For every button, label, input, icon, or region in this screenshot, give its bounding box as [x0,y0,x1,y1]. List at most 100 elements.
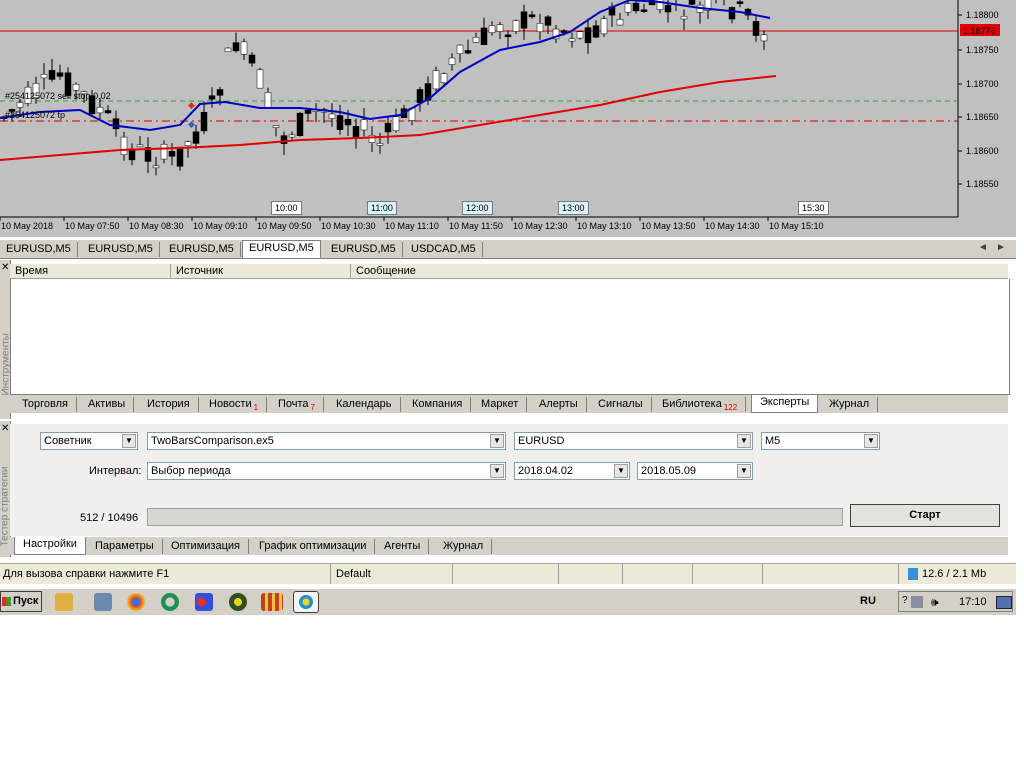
chart-canvas[interactable]: ◆◆ 1.188001.187501.187001.186501.186001.… [0,0,1016,237]
tab-label: Сигналы [598,398,643,410]
chevron-down-icon[interactable]: ▼ [737,434,751,448]
chevron-down-icon[interactable]: ▼ [490,434,504,448]
period-select[interactable]: M5 ▼ [761,432,880,450]
candle-bear [592,25,600,38]
order-arrow-icon: ◆ [188,119,195,129]
log-list[interactable] [10,279,1010,395]
chart-tab-active[interactable]: EURUSD,M5 [242,240,321,258]
tab-alerts[interactable]: Алерты [531,397,587,412]
tab-assets[interactable]: Активы [80,397,135,412]
tab-tester-journal[interactable]: Журнал [435,539,493,554]
chart-tab[interactable]: EURUSD,M5 [82,242,160,257]
tab-history[interactable]: История [139,397,199,412]
time-tick-label: 10 May 13:50 [641,221,696,231]
price-chart[interactable]: ◆ ◆ 1.18800 1.18750 1.18700 1.18650 1.18600 1.… [0,0,1016,237]
column-header-source[interactable]: Источник [171,264,351,278]
language-indicator[interactable]: RU [860,595,876,607]
tray-arrow-icon[interactable]: ? [902,595,908,606]
time-label: 13:00 [558,201,589,215]
tab-library[interactable]: Библиотека 122 [654,397,747,412]
chevron-down-icon[interactable]: ▼ [737,464,751,478]
tab-experts[interactable]: Эксперты [751,395,819,413]
candle-bear [728,7,736,20]
chart-tab[interactable]: EURUSD,M5 [325,242,403,257]
app-dots-icon[interactable] [195,593,213,611]
tab-signals[interactable]: Сигналы [590,397,652,412]
candle-bull [512,20,520,32]
candle-bull [760,34,768,42]
tab-label: Компания [412,398,463,410]
chevron-down-icon[interactable]: ▼ [614,464,628,478]
system-tray: ? 🕪 17:10 [898,591,1013,612]
tab-settings[interactable]: Настройки [14,537,86,555]
start-menu-button[interactable]: Пуск [0,591,42,612]
interval-value: Выбор периода [151,465,231,477]
tab-label: Торговля [22,398,68,410]
time-tick-label: 10 May 07:50 [65,221,120,231]
tab-optimization-graph[interactable]: График оптимизации [251,539,376,554]
time-tick-label: 10 May 13:10 [577,221,632,231]
chart-tab[interactable]: USDCAD,M5 [405,242,483,257]
expert-select[interactable]: TwoBarsComparison.ex5 ▼ [147,432,506,450]
volume-icon[interactable]: 🕪 [931,595,939,610]
start-button[interactable]: Старт [850,504,1000,527]
metatrader-taskbar-button[interactable] [293,591,319,613]
strategy-tester: Советник ▼ TwoBarsComparison.ex5 ▼ EURUS… [10,424,1008,536]
price-tick-label: 1.18700 [966,79,999,89]
column-header-message[interactable]: Сообщение [351,264,1006,278]
candle-bull [376,143,384,146]
tab-label: Библиотека [662,398,722,410]
tab-mail[interactable]: Почта 7 [270,397,324,412]
tabs-scroll-right-icon[interactable]: ► [996,242,1006,253]
tab-trade[interactable]: Торговля [14,397,77,412]
chevron-down-icon[interactable]: ▼ [122,434,136,448]
clock[interactable]: 17:10 [959,596,987,608]
candle-bull [240,41,248,55]
symbol-select[interactable]: EURUSD ▼ [514,432,753,450]
date-to-picker[interactable]: 2018.05.09 ▼ [637,462,753,480]
app-globe-icon[interactable] [229,593,247,611]
network-icon[interactable] [911,596,923,608]
metatrader-icon [299,595,313,609]
current-price-label: 1.18776 [963,26,996,36]
candle-bear [352,126,360,139]
tab-calendar[interactable]: Календарь [328,397,401,412]
tab-parameters[interactable]: Параметры [87,539,163,554]
close-icon[interactable]: ✕ [1,263,9,273]
interval-select[interactable]: Выбор периода ▼ [147,462,506,480]
tab-optimization[interactable]: Оптимизация [163,539,249,554]
time-tick-label: 10 May 2018 [1,221,53,231]
candle-bear [168,151,176,157]
traffic-text: 12.6 / 2.1 Mb [922,568,987,580]
type-select[interactable]: Советник ▼ [40,432,138,450]
show-desktop-icon[interactable] [996,596,1012,609]
candle-bull [256,69,264,89]
tab-agents[interactable]: Агенты [376,539,430,554]
tabs-scroll-left-icon[interactable]: ◄ [978,242,988,253]
close-icon[interactable]: ✕ [1,424,9,434]
interval-label: Интервал: [89,465,142,477]
candle-bull [264,92,272,108]
tab-news[interactable]: Новости 1 [201,397,268,412]
tab-journal[interactable]: Журнал [821,397,879,412]
candle-bull [616,19,624,26]
status-cell [625,564,693,584]
symbol-value: EURUSD [518,435,565,447]
tab-market[interactable]: Маркет [473,397,528,412]
candle-bull [600,18,608,35]
app-q-icon[interactable] [161,593,179,611]
tab-company[interactable]: Компания [404,397,472,412]
chrome-icon[interactable] [127,593,145,611]
calculator-icon[interactable] [94,593,112,611]
column-header-time[interactable]: Время [10,264,171,278]
chevron-down-icon[interactable]: ▼ [490,464,504,478]
chart-tab[interactable]: EURUSD,M5 [0,242,78,257]
explorer-icon[interactable] [55,593,73,611]
chart-tab[interactable]: EURUSD,M5 [163,242,241,257]
date-from-picker[interactable]: 2018.04.02 ▼ [514,462,630,480]
chevron-down-icon[interactable]: ▼ [864,434,878,448]
tab-label: Журнал [829,398,870,410]
app-blocks-icon[interactable] [261,593,283,611]
log-header: Время Источник Сообщение [10,264,1008,279]
candle-bull [488,25,496,33]
